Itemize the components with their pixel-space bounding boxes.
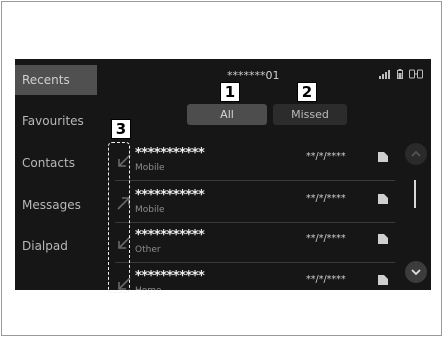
contact-name: *********** <box>135 269 205 284</box>
call-row[interactable]: *********** Home **/*/**** <box>115 269 395 290</box>
call-datetime: **/*/**** <box>306 233 346 244</box>
number-type: Mobile <box>135 163 165 173</box>
details-icon[interactable] <box>377 193 389 205</box>
tab-all[interactable]: All <box>187 104 267 125</box>
chevron-up-icon <box>411 150 421 157</box>
phone-link-icon <box>409 69 423 79</box>
scrollbar-thumb[interactable] <box>414 180 416 208</box>
call-row[interactable]: *********** Other **/*/**** <box>115 228 395 264</box>
contact-name: *********** <box>135 188 205 203</box>
call-datetime: **/*/**** <box>306 151 346 162</box>
call-row[interactable]: *********** Mobile **/*/**** <box>115 146 395 182</box>
call-datetime: **/*/**** <box>306 274 346 285</box>
contact-name: *********** <box>135 146 205 161</box>
number-type: Home <box>135 286 162 290</box>
battery-icon <box>397 69 403 79</box>
sidebar-item-messages[interactable]: Messages <box>15 190 97 220</box>
figure-frame: Recents Favourites Contacts Messages Dia… <box>1 1 442 336</box>
sidebar-item-contacts[interactable]: Contacts <box>15 148 97 178</box>
tab-missed[interactable]: Missed <box>273 104 347 125</box>
callout-3: 3 <box>111 119 131 139</box>
callout-1: 1 <box>220 82 240 102</box>
direction-icons-highlight <box>108 142 130 293</box>
row-divider <box>115 262 395 263</box>
sidebar: Recents Favourites Contacts Messages Dia… <box>15 59 97 290</box>
signal-bars-icon <box>379 69 390 79</box>
call-row[interactable]: *********** Mobile **/*/**** <box>115 188 395 224</box>
details-icon[interactable] <box>377 151 389 163</box>
details-icon[interactable] <box>377 274 389 286</box>
details-icon[interactable] <box>377 233 389 245</box>
sidebar-item-dialpad[interactable]: Dialpad <box>15 231 97 261</box>
number-type: Mobile <box>135 205 165 215</box>
number-type: Other <box>135 245 161 255</box>
scroll-down-button[interactable] <box>405 261 427 283</box>
chevron-down-icon <box>411 269 421 276</box>
contact-name: *********** <box>135 228 205 243</box>
call-datetime: **/*/**** <box>306 193 346 204</box>
sidebar-item-favourites[interactable]: Favourites <box>15 106 97 136</box>
phone-number-title: *******01 <box>227 69 280 82</box>
row-divider <box>115 180 395 181</box>
callout-2: 2 <box>297 82 317 102</box>
sidebar-item-recents[interactable]: Recents <box>15 65 97 95</box>
row-divider <box>115 222 395 223</box>
scroll-up-button[interactable] <box>405 143 427 165</box>
status-bar <box>379 69 423 79</box>
